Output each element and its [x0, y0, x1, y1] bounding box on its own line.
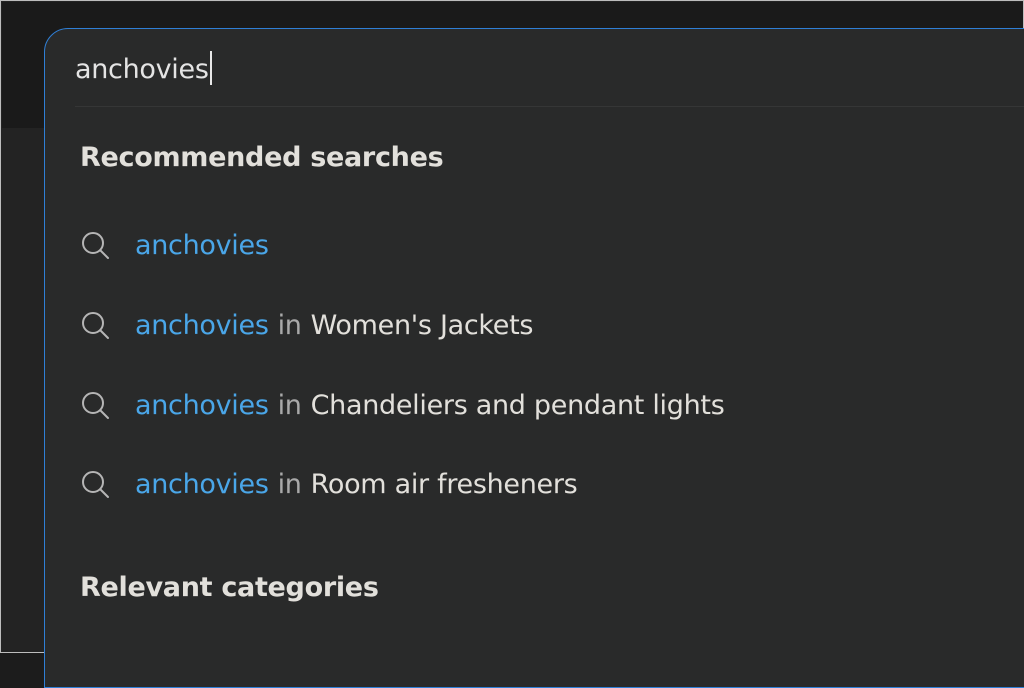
- suggestion-connector: in: [277, 309, 302, 341]
- suggestion-connector: in: [277, 468, 302, 500]
- suggestion-query: anchovies: [135, 309, 269, 341]
- suggestion-category: Room air fresheners: [310, 468, 578, 500]
- suggestion-item[interactable]: anchovies in Chandeliers and pendant lig…: [80, 385, 725, 425]
- recommended-searches-heading: Recommended searches: [80, 142, 444, 173]
- suggestion-query: anchovies: [135, 229, 269, 261]
- search-input-value[interactable]: anchovies: [75, 54, 209, 85]
- search-input[interactable]: anchovies: [75, 51, 212, 87]
- search-icon: [82, 312, 109, 339]
- suggestion-category: Women's Jackets: [310, 309, 534, 341]
- window-frame: anchovies Recommended searches anchovies…: [0, 0, 1024, 688]
- text-caret: [209, 51, 212, 85]
- search-icon: [82, 471, 109, 498]
- search-bar: anchovies: [75, 29, 1024, 107]
- suggestion-connector: in: [277, 389, 302, 421]
- suggestion-item[interactable]: anchovies in Women's Jackets: [80, 305, 533, 345]
- suggestion-query: anchovies: [135, 389, 269, 421]
- search-icon: [82, 232, 109, 259]
- suggestion-item[interactable]: anchovies: [80, 225, 269, 265]
- suggestion-query: anchovies: [135, 468, 269, 500]
- suggestion-item[interactable]: anchovies in Room air fresheners: [80, 464, 578, 504]
- search-dropdown-panel: anchovies Recommended searches anchovies…: [44, 28, 1024, 688]
- suggestion-category: Chandeliers and pendant lights: [310, 389, 725, 421]
- relevant-categories-heading: Relevant categories: [80, 572, 379, 603]
- search-icon: [82, 392, 109, 419]
